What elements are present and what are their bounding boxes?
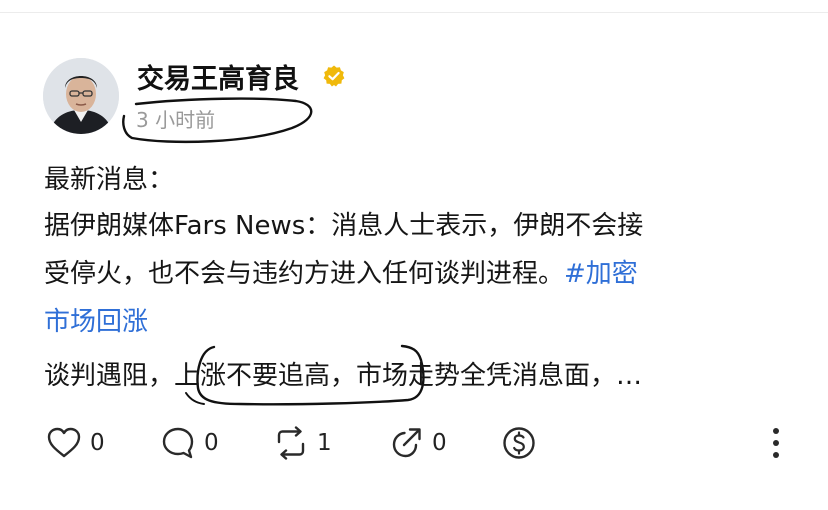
repost-icon bbox=[277, 426, 305, 460]
verified-badge-icon bbox=[323, 65, 345, 87]
dollar-icon bbox=[503, 427, 535, 459]
share-icon bbox=[392, 428, 421, 458]
hashtag-link[interactable]: #加密 bbox=[564, 259, 638, 289]
avatar[interactable] bbox=[43, 58, 119, 134]
share-button[interactable]: 0 bbox=[389, 426, 447, 460]
comment-icon bbox=[162, 427, 194, 459]
post-line-3-text: 受停火，也不会与违约方进入任何谈判进程。 bbox=[44, 259, 565, 289]
post-timestamp: 3 小时前 bbox=[136, 108, 216, 132]
like-count: 0 bbox=[90, 430, 105, 456]
repost-button[interactable]: 1 bbox=[274, 426, 332, 460]
post-line-3: 受停火，也不会与违约方进入任何谈判进程。#加密 bbox=[44, 256, 638, 292]
comment-button[interactable]: 0 bbox=[161, 426, 219, 460]
avatar-image bbox=[43, 58, 119, 134]
post-actions-bar: 0 0 1 0 bbox=[0, 420, 828, 466]
more-vertical-icon[interactable] bbox=[764, 426, 788, 460]
comment-count: 0 bbox=[204, 430, 219, 456]
heart-icon bbox=[47, 427, 81, 458]
post-line-2: 据伊朗媒体Fars News：消息人士表示，伊朗不会接 bbox=[44, 211, 644, 241]
top-divider bbox=[0, 12, 828, 13]
post-line-1: 最新消息： bbox=[44, 165, 175, 195]
tip-button[interactable] bbox=[502, 426, 536, 460]
like-button[interactable]: 0 bbox=[47, 426, 105, 460]
hashtag-link-continued[interactable]: 市场回涨 bbox=[44, 304, 148, 340]
repost-count: 1 bbox=[317, 430, 332, 456]
share-count: 0 bbox=[432, 430, 447, 456]
author-name[interactable]: 交易王高育良 bbox=[137, 57, 299, 96]
post-line-5: 谈判遇阻，上涨不要追高，市场走势全凭消息面，… bbox=[44, 361, 643, 391]
